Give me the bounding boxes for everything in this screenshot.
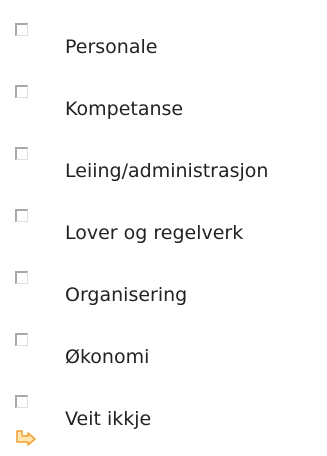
checkbox-list: Personale Kompetanse Leiing/administrasj…	[0, 0, 327, 456]
option-personale[interactable]: Personale	[0, 23, 327, 85]
checkbox[interactable]	[15, 85, 28, 98]
checkbox[interactable]	[15, 395, 28, 408]
option-organisering[interactable]: Organisering	[0, 271, 327, 333]
option-veit-ikkje[interactable]: Veit ikkje	[0, 395, 327, 456]
option-label: Organisering	[65, 284, 188, 306]
checkbox[interactable]	[15, 333, 28, 346]
option-lover-og-regelverk[interactable]: Lover og regelverk	[0, 209, 327, 271]
checkbox[interactable]	[15, 209, 28, 222]
option-kompetanse[interactable]: Kompetanse	[0, 85, 327, 147]
checkbox[interactable]	[15, 147, 28, 160]
option-label: Personale	[65, 36, 158, 58]
option-leiing-administrasjon[interactable]: Leiing/administrasjon	[0, 147, 327, 209]
option-label: Økonomi	[65, 346, 150, 368]
next-arrow-button[interactable]	[15, 429, 37, 447]
checkbox[interactable]	[15, 271, 28, 284]
option-okonomi[interactable]: Økonomi	[0, 333, 327, 395]
option-label: Leiing/administrasjon	[65, 160, 269, 182]
checkbox[interactable]	[15, 23, 28, 36]
option-label: Kompetanse	[65, 98, 184, 120]
option-label: Veit ikkje	[65, 408, 152, 430]
arrow-right-icon	[16, 430, 36, 446]
option-label: Lover og regelverk	[65, 222, 244, 244]
